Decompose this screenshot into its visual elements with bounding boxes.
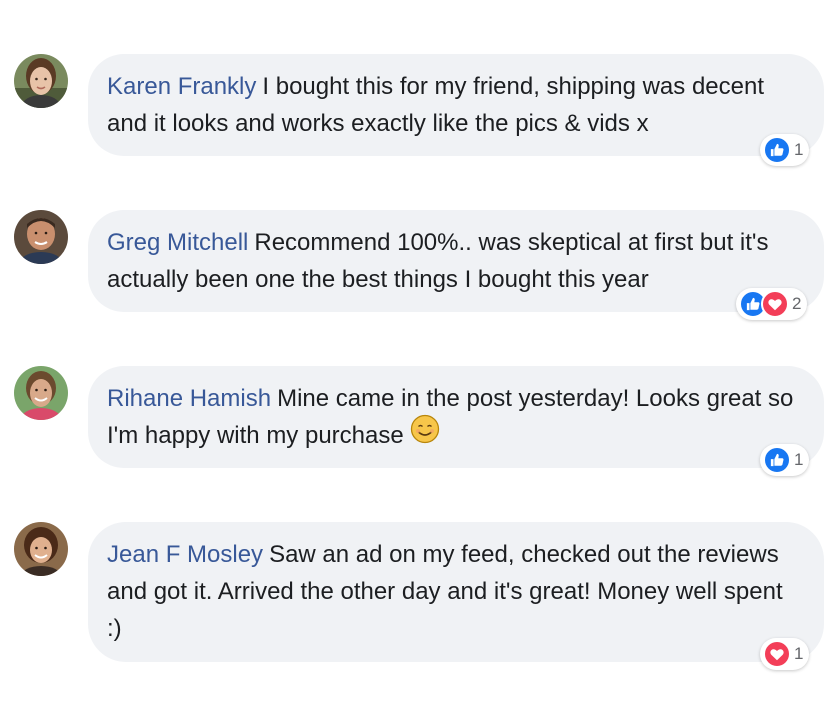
reaction-count: 1: [794, 140, 804, 159]
comment-item: Greg Mitchell Recommend 100%.. was skepti…: [14, 210, 824, 320]
avatar[interactable]: [14, 210, 68, 264]
reaction-summary[interactable]: 1: [760, 444, 810, 476]
reaction-summary[interactable]: 1: [760, 638, 810, 670]
like-icon: [763, 136, 791, 164]
reaction-count: 1: [794, 644, 804, 663]
love-icon: [761, 290, 789, 318]
reaction-count: 2: [792, 294, 802, 313]
comment-author-link[interactable]: Karen Frankly: [107, 73, 256, 100]
reaction-summary[interactable]: 2: [736, 288, 808, 320]
reaction-count: 1: [794, 450, 804, 469]
smiling-face-icon: [410, 414, 440, 455]
comment-bubble: Karen Frankly I bought this for my friend…: [88, 54, 824, 156]
avatar[interactable]: [14, 522, 68, 576]
like-icon: [763, 446, 791, 474]
comment-bubble: Rihane Hamish Mine came in the post yeste…: [88, 366, 824, 468]
comment-author-link[interactable]: Rihane Hamish: [107, 385, 271, 412]
comment-item: Karen Frankly I bought this for my friend…: [14, 54, 824, 166]
comment-author-link[interactable]: Jean F Mosley: [107, 541, 263, 568]
comment-author-link[interactable]: Greg Mitchell: [107, 229, 248, 256]
reaction-summary[interactable]: 1: [760, 134, 810, 166]
comment-bubble: Greg Mitchell Recommend 100%.. was skepti…: [88, 210, 824, 312]
comment-bubble: Jean F Mosley Saw an ad on my feed, check…: [88, 522, 824, 662]
avatar[interactable]: [14, 366, 68, 420]
comment-item: Jean F Mosley Saw an ad on my feed, check…: [14, 522, 824, 672]
avatar[interactable]: [14, 54, 68, 108]
love-icon: [763, 640, 791, 668]
comment-item: Rihane Hamish Mine came in the post yeste…: [14, 366, 824, 476]
